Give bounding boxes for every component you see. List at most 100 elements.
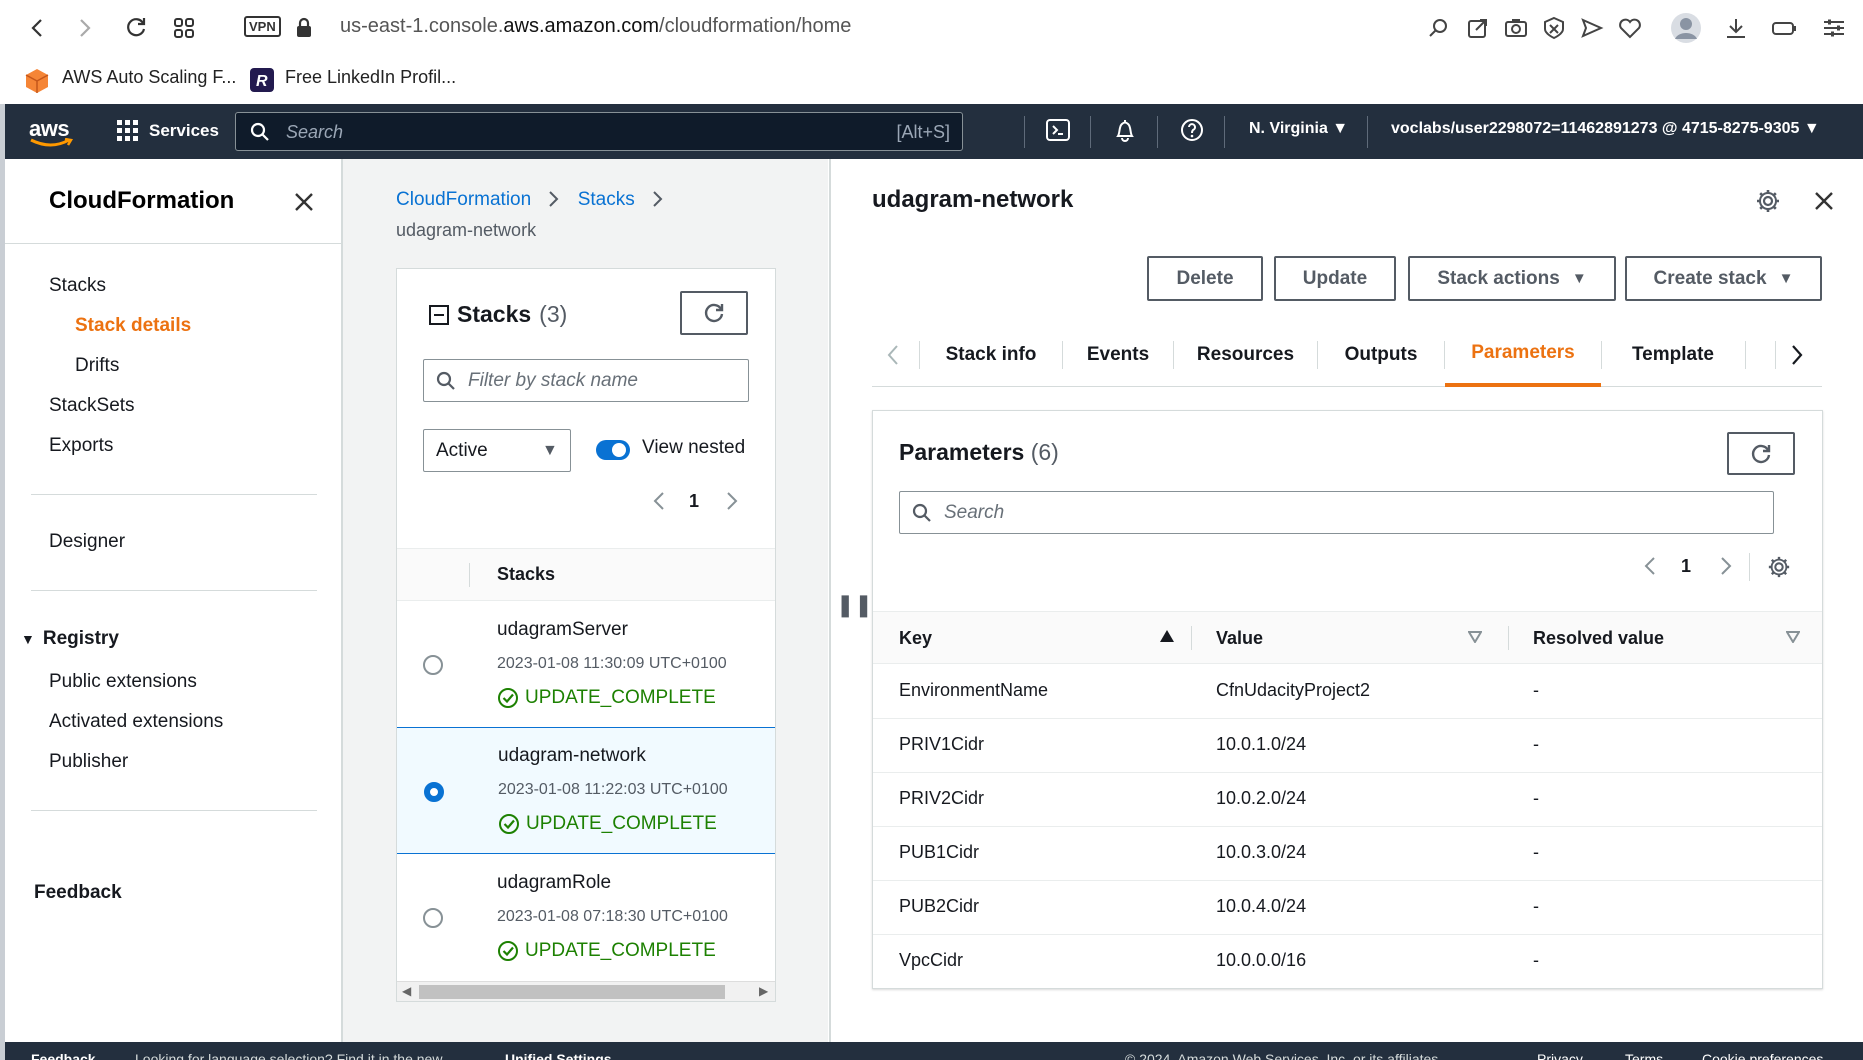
reload-icon[interactable] [122, 14, 150, 42]
sidebar-feedback-link[interactable]: Feedback [34, 882, 122, 904]
refresh-stacks-button[interactable] [680, 291, 748, 335]
account-menu[interactable]: voclabs/user2298072=11462891273 @ 4715-8… [1391, 120, 1820, 138]
stack-row-selected[interactable]: udagram-network 2023-01-08 11:22:03 UTC+… [397, 727, 775, 854]
panel-splitter[interactable] [829, 159, 831, 1042]
sort-icon[interactable] [1786, 631, 1800, 643]
footer-feedback-link[interactable]: Feedback [31, 1051, 96, 1060]
sidebar-item-stacksets[interactable]: StackSets [49, 395, 135, 417]
sidebar-item-public-extensions[interactable]: Public extensions [49, 671, 197, 693]
stack-name[interactable]: udagram-network [498, 745, 646, 767]
next-page-icon[interactable] [1719, 555, 1733, 577]
footer-cookie-link[interactable]: Cookie preferences [1702, 1051, 1823, 1060]
splitter-handle-icon[interactable]: ❚❚ [836, 592, 873, 618]
tab-resources[interactable]: Resources [1174, 323, 1317, 387]
bell-icon[interactable] [1112, 117, 1140, 145]
lock-icon[interactable] [290, 14, 318, 42]
sidebar-item-designer[interactable]: Designer [49, 531, 125, 553]
sidebar-item-publisher[interactable]: Publisher [49, 751, 128, 773]
vpn-badge[interactable]: VPN [244, 16, 281, 37]
collapse-icon[interactable] [429, 304, 449, 325]
adblock-icon[interactable] [1540, 14, 1568, 42]
prev-page-icon[interactable] [652, 490, 666, 512]
send-icon[interactable] [1578, 14, 1606, 42]
breadcrumb-cloudformation[interactable]: CloudFormation [396, 189, 531, 210]
sidebar-item-exports[interactable]: Exports [49, 435, 113, 457]
sidebar-item-stacks[interactable]: Stacks [49, 275, 106, 297]
sidebar-title[interactable]: CloudFormation [49, 187, 234, 215]
region-selector[interactable]: N. Virginia ▼ [1249, 120, 1348, 138]
forward-icon[interactable] [70, 14, 98, 42]
help-icon[interactable] [1179, 117, 1207, 145]
stack-row[interactable]: udagramServer 2023-01-08 11:30:09 UTC+01… [397, 601, 775, 727]
battery-icon[interactable] [1770, 14, 1798, 42]
scrollbar-thumb[interactable] [419, 985, 725, 999]
download-icon[interactable] [1722, 14, 1750, 42]
sidebar-item-drifts[interactable]: Drifts [75, 355, 119, 377]
page-number[interactable]: 1 [689, 491, 699, 512]
address-bar[interactable]: us-east-1.console.aws.amazon.com/cloudfo… [340, 15, 851, 38]
heart-icon[interactable] [1616, 14, 1644, 42]
back-icon[interactable] [24, 14, 52, 42]
tabs-grid-icon[interactable] [170, 14, 198, 42]
aws-logo[interactable]: aws [29, 116, 73, 148]
tab-events[interactable]: Events [1063, 323, 1173, 387]
create-stack-button[interactable]: Create stack ▼ [1625, 256, 1822, 301]
sidebar-section-registry[interactable]: ▼ Registry [21, 628, 119, 650]
services-menu[interactable]: Services [117, 116, 219, 146]
settings-sliders-icon[interactable] [1820, 14, 1848, 42]
tabs-scroll-left-icon[interactable] [886, 343, 900, 367]
table-preferences-gear-icon[interactable] [1767, 555, 1791, 579]
zoom-search-icon[interactable] [1425, 14, 1453, 42]
column-header-value[interactable]: Value [1216, 612, 1486, 664]
tab-outputs[interactable]: Outputs [1318, 323, 1444, 387]
close-icon[interactable] [1812, 189, 1836, 213]
stack-actions-button[interactable]: Stack actions ▼ [1408, 256, 1616, 301]
stack-radio-selected[interactable] [424, 782, 444, 802]
status-filter-select[interactable]: Active ▼ [423, 429, 571, 472]
tabs-scroll-right-icon[interactable] [1790, 343, 1804, 367]
scroll-left-icon[interactable]: ◀ [402, 984, 411, 998]
delete-button[interactable]: Delete [1147, 256, 1263, 301]
column-header-resolved-value[interactable]: Resolved value [1533, 612, 1803, 664]
footer-terms-link[interactable]: Terms [1625, 1051, 1663, 1060]
stack-radio[interactable] [423, 655, 443, 675]
filter-placeholder: Filter by stack name [468, 370, 638, 391]
view-nested-toggle[interactable] [596, 440, 630, 460]
stack-radio[interactable] [423, 908, 443, 928]
footer-privacy-link[interactable]: Privacy [1537, 1051, 1583, 1060]
table-row: PRIV2Cidr 10.0.2.0/24 - [873, 772, 1822, 826]
page-number[interactable]: 1 [1681, 556, 1691, 577]
parameters-search-input[interactable]: Search [899, 491, 1774, 534]
scroll-right-icon[interactable]: ▶ [759, 984, 768, 998]
stack-name[interactable]: udagramRole [497, 872, 611, 894]
footer-unified-settings-link[interactable]: Unified Settings [505, 1051, 612, 1060]
camera-icon[interactable] [1502, 14, 1530, 42]
tab-stack-info[interactable]: Stack info [920, 323, 1062, 387]
tab-parameters[interactable]: Parameters [1445, 323, 1601, 387]
sidebar-item-activated-extensions[interactable]: Activated extensions [49, 711, 223, 733]
sidebar-item-stack-details[interactable]: Stack details [75, 315, 191, 337]
close-icon[interactable] [291, 189, 317, 215]
bookmark-linkedin-profile[interactable]: Free LinkedIn Profil... [285, 67, 456, 88]
gear-icon[interactable] [1755, 188, 1781, 214]
next-page-icon[interactable] [725, 490, 739, 512]
stack-row[interactable]: udagramRole 2023-01-08 07:18:30 UTC+0100… [397, 854, 775, 980]
sort-icon[interactable] [1468, 631, 1482, 643]
stacks-column-header[interactable]: Stacks [497, 564, 555, 585]
share-icon[interactable] [1464, 14, 1492, 42]
tab-template[interactable]: Template [1602, 323, 1744, 387]
update-button[interactable]: Update [1274, 256, 1396, 301]
bookmark-aws-auto-scaling[interactable]: AWS Auto Scaling F... [62, 67, 236, 88]
prev-page-icon[interactable] [1643, 555, 1657, 577]
column-header-key[interactable]: Key [899, 612, 1179, 664]
sort-ascending-icon[interactable] [1159, 629, 1175, 643]
stack-name[interactable]: udagramServer [497, 619, 628, 641]
breadcrumb-stacks[interactable]: Stacks [578, 189, 635, 210]
stack-status: UPDATE_COMPLETE [498, 813, 717, 835]
stack-filter-input[interactable]: Filter by stack name [423, 359, 749, 402]
refresh-parameters-button[interactable] [1727, 432, 1795, 475]
cloudshell-icon[interactable] [1045, 117, 1073, 145]
horizontal-scrollbar[interactable]: ◀ ▶ [397, 981, 775, 1001]
profile-avatar-icon[interactable] [1670, 12, 1702, 44]
global-search-input[interactable]: Search [Alt+S] [235, 112, 963, 151]
